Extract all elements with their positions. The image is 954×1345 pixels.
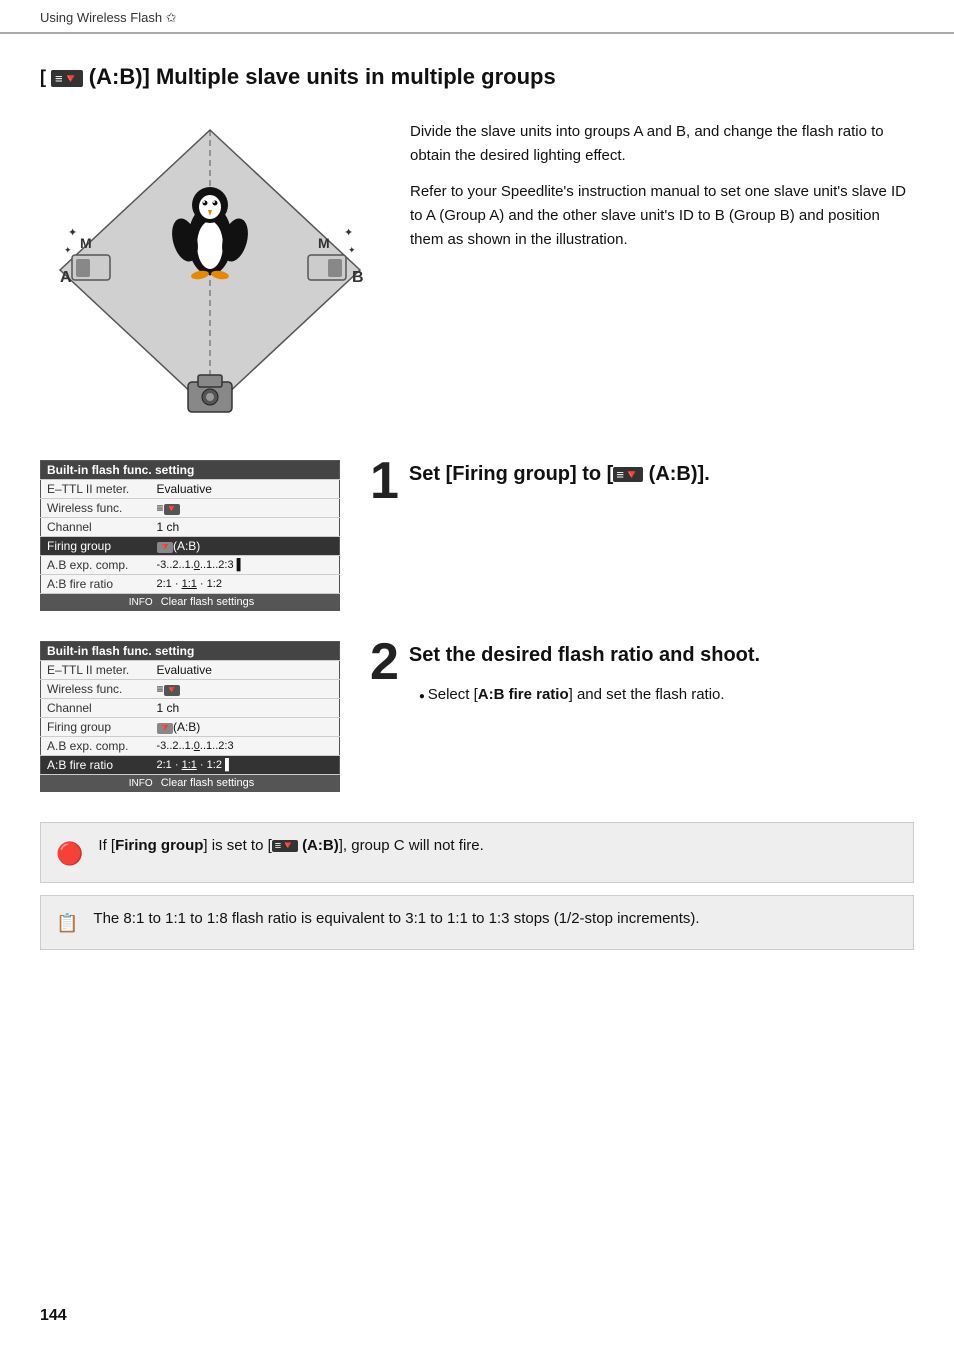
page-header: Using Wireless Flash ✩ <box>0 0 954 34</box>
menu1-row-ettl: E–TTL II meter. Evaluative <box>41 480 340 499</box>
intro-para-2: Refer to your Speedlite's instruction ma… <box>410 180 914 252</box>
main-content: [ ≡🔻 (A:B)] Multiple slave units in mult… <box>0 34 954 992</box>
menu1-label-firing: Firing group <box>41 537 151 556</box>
menu2-info-row: INFO Clear flash settings <box>41 775 340 792</box>
menu2-row-abratio: A:B fire ratio 2:1 · 1:1 · 1:2 ▌ <box>41 756 340 775</box>
warning-text: If [Firing group] is set to [≡🔻 (A:B)], … <box>98 835 483 870</box>
menu1-row-channel: Channel 1 ch <box>41 518 340 537</box>
menu2-label-firing: Firing group <box>41 718 151 737</box>
menu1-row-wireless: Wireless func. ≡🔻 <box>41 499 340 518</box>
reference-note: 📋 The 8:1 to 1:1 to 1:8 flash ratio is e… <box>40 895 914 950</box>
header-text: Using Wireless Flash ✩ <box>40 10 177 25</box>
step-1-number: 1 <box>370 455 399 507</box>
menu1-label-ettl: E–TTL II meter. <box>41 480 151 499</box>
step-1-left: Built-in flash func. setting E–TTL II me… <box>40 460 340 611</box>
warning-note: 🔴 If [Firing group] is set to [≡🔻 (A:B)]… <box>40 822 914 883</box>
step-2-right: 2 Set the desired flash ratio and shoot.… <box>370 641 914 707</box>
step-2-row: Built-in flash func. setting E–TTL II me… <box>40 641 914 792</box>
menu2-info: INFO Clear flash settings <box>41 775 340 792</box>
illustration-wrap: M ✦ ✦ A M ✦ ✦ B <box>40 110 380 430</box>
camera-menu-1: Built-in flash func. setting E–TTL II me… <box>40 460 340 611</box>
svg-text:✦: ✦ <box>64 245 72 255</box>
menu1-value-ettl: Evaluative <box>151 480 340 499</box>
reference-icon: 📋 <box>56 910 78 937</box>
menu2-value-firing: 🔻(A:B) <box>151 718 340 737</box>
section-icon: [ ≡🔻 <box>40 67 83 88</box>
section-heading: [ ≡🔻 (A:B)] Multiple slave units in mult… <box>40 64 914 90</box>
menu2-value-channel: 1 ch <box>151 699 340 718</box>
menu1-label-channel: Channel <box>41 518 151 537</box>
menu2-label-wireless: Wireless func. <box>41 680 151 699</box>
menu2-header-row: Built-in flash func. setting <box>41 642 340 661</box>
menu1-label-wireless: Wireless func. <box>41 499 151 518</box>
svg-text:✦: ✦ <box>348 245 356 255</box>
menu1-value-wireless: ≡🔻 <box>151 499 340 518</box>
menu2-label-abexp: A.B exp. comp. <box>41 737 151 756</box>
intro-description: Divide the slave units into groups A and… <box>410 110 914 430</box>
warning-icon: 🔴 <box>56 837 83 870</box>
step-1-row: Built-in flash func. setting E–TTL II me… <box>40 460 914 611</box>
svg-text:B: B <box>352 269 364 286</box>
menu1-value-abexp: -3..2..1.0..1..2:3 ▌ <box>151 556 340 575</box>
menu1-value-firing: 🔻(A:B) <box>151 537 340 556</box>
menu2-row-wireless: Wireless func. ≡🔻 <box>41 680 340 699</box>
menu1-info-row: INFO Clear flash settings <box>41 594 340 611</box>
reference-text: The 8:1 to 1:1 to 1:8 flash ratio is equ… <box>93 908 699 937</box>
svg-text:M: M <box>80 235 92 251</box>
menu2-value-abratio: 2:1 · 1:1 · 1:2 ▌ <box>151 756 340 775</box>
step-1-right: 1 Set [Firing group] to [≡🔻 (A:B)]. <box>370 460 914 507</box>
menu2-row-ettl: E–TTL II meter. Evaluative <box>41 661 340 680</box>
menu1-label-abratio: A:B fire ratio <box>41 575 151 594</box>
step-2-bullet: Select [A:B fire ratio] and set the flas… <box>419 683 914 707</box>
menu2-value-ettl: Evaluative <box>151 661 340 680</box>
intro-row: M ✦ ✦ A M ✦ ✦ B Divide the slave units i… <box>40 110 914 430</box>
menu1-value-channel: 1 ch <box>151 518 340 537</box>
menu1-row-firing: Firing group 🔻(A:B) <box>41 537 340 556</box>
menu2-label-ettl: E–TTL II meter. <box>41 661 151 680</box>
menu1-header-row: Built-in flash func. setting <box>41 461 340 480</box>
intro-para-1: Divide the slave units into groups A and… <box>410 120 914 168</box>
menu2-value-abexp: -3..2..1.0..1..2:3 <box>151 737 340 756</box>
menu1-header: Built-in flash func. setting <box>41 461 340 480</box>
svg-text:✦: ✦ <box>68 227 77 239</box>
menu2-row-abexp: A.B exp. comp. -3..2..1.0..1..2:3 <box>41 737 340 756</box>
step-1-title: Set [Firing group] to [≡🔻 (A:B)]. <box>409 460 914 488</box>
step-2-title: Set the desired flash ratio and shoot. <box>409 641 914 669</box>
menu1-row-abexp: A.B exp. comp. -3..2..1.0..1..2:3 ▌ <box>41 556 340 575</box>
menu2-label-abratio: A:B fire ratio <box>41 756 151 775</box>
step-2-left: Built-in flash func. setting E–TTL II me… <box>40 641 340 792</box>
camera-menu-2: Built-in flash func. setting E–TTL II me… <box>40 641 340 792</box>
menu2-row-firing: Firing group 🔻(A:B) <box>41 718 340 737</box>
menu1-label-abexp: A.B exp. comp. <box>41 556 151 575</box>
menu2-value-wireless: ≡🔻 <box>151 680 340 699</box>
menu1-row-abratio: A:B fire ratio 2:1 · 1:1 · 1:2 <box>41 575 340 594</box>
svg-text:✦: ✦ <box>344 227 353 239</box>
menu2-row-channel: Channel 1 ch <box>41 699 340 718</box>
page-number: 144 <box>40 1307 67 1325</box>
menu2-header: Built-in flash func. setting <box>41 642 340 661</box>
menu1-value-abratio: 2:1 · 1:1 · 1:2 <box>151 575 340 594</box>
step-2-body: Select [A:B fire ratio] and set the flas… <box>409 683 914 707</box>
svg-text:A: A <box>60 269 72 286</box>
flash-diagram-svg: M ✦ ✦ A M ✦ ✦ B <box>50 110 370 430</box>
section-title: (A:B)] Multiple slave units in multiple … <box>89 64 556 90</box>
steps-section: Built-in flash func. setting E–TTL II me… <box>40 460 914 792</box>
menu2-label-channel: Channel <box>41 699 151 718</box>
step-2-number: 2 <box>370 636 399 688</box>
notes-section: 🔴 If [Firing group] is set to [≡🔻 (A:B)]… <box>40 822 914 950</box>
svg-text:M: M <box>318 235 330 251</box>
menu1-info: INFO Clear flash settings <box>41 594 340 611</box>
